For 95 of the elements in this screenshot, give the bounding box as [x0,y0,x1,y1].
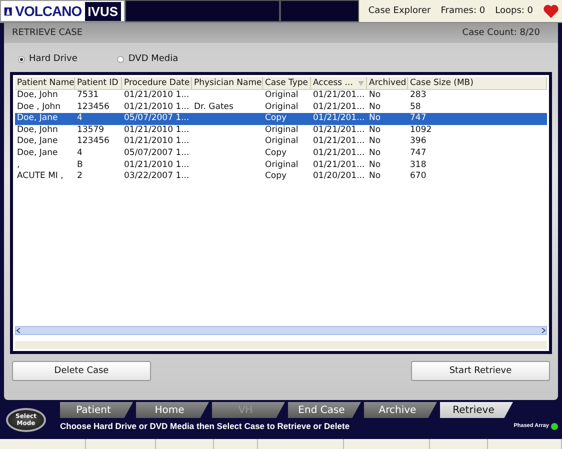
table-cell-text: No [368,90,382,102]
scroll-right-icon [541,328,546,333]
table-cell-text: Original [264,160,300,172]
table-cell-text: Doe, Jane [16,148,59,160]
table-cell-text: Doe , John [16,102,62,114]
table-cell-text: ACUTE MI , [16,171,64,183]
table-cell-text: No [368,124,382,136]
table-cell-text: 747 [409,113,428,125]
column-header[interactable]: Access ... [311,77,367,89]
table-cell-text: Dr. Gates [193,102,234,114]
brand-name: VOLCANO [15,3,82,19]
table-cell-text: 747 [409,148,428,160]
table-cell-text: Doe, Jane [16,113,59,125]
table-cell-text: 123456 [76,102,110,114]
product-name: IVUS [84,2,121,20]
delete-case-button[interactable]: Delete Case [12,361,151,381]
table-cell-text: 4 [76,113,84,125]
table-cell-text: 396 [409,136,428,148]
table-cell-text: 01/21/201... [312,102,366,114]
table-cell-text: 01/21/2010 1... [123,90,190,102]
instruction-text: Choose Hard Drive or DVD Media then Select Case to Retrieve or Delete [60,421,350,431]
start-retrieve-button[interactable]: Start Retrieve [411,361,550,381]
table-cell-text: Original [264,124,300,136]
column-header[interactable]: Case Type [263,77,311,89]
table-cell-text: No [368,148,382,160]
table-cell-text: 01/21/2010 1... [123,136,190,148]
table-cell-text: Doe, John [16,90,59,102]
table-cell-text: 01/21/201... [312,160,366,172]
column-header[interactable]: Physician Name [192,77,263,89]
table-cell-text: Original [264,102,300,114]
nav-tab[interactable]: Home [136,402,209,418]
table-cell-text: 1092 [409,124,433,136]
table-cell-text: 01/21/2010 1... [123,124,190,136]
table-cell-text: No [368,171,382,183]
table-cell-text: 670 [409,171,428,183]
table-row[interactable]: ACUTE MI , 2 03/22/2007 1... Copy 01/20/201... No 670 [15,171,547,183]
table-row[interactable]: Doe , John 123456 01/21/2010 1... Dr. Gates Original 01/21/201... No 58 [15,102,547,114]
table-cell-text: 03/22/2007 1... [123,171,190,183]
table-row[interactable]: Doe, John 13579 01/21/2010 1... Original 01/21/201... No 1092 [15,124,547,136]
table-cell-text: 318 [409,160,428,172]
table-row[interactable]: Doe, John 7531 01/21/2010 1... Original 01/21/201... No 283 [15,90,547,102]
table-cell-text: B [76,160,84,172]
table-cell-text: Original [264,90,300,102]
table-cell-text: 123456 [76,136,110,148]
table-cell-text: 05/07/2007 1... [123,113,190,125]
table-cell-text: 01/21/201... [312,113,366,125]
table-cell-text: 13579 [76,124,106,136]
table-cell-text: 4 [76,148,84,160]
source-radio[interactable]: Hard Drive [18,54,78,64]
column-header[interactable]: Archived [367,77,408,89]
table-cell-text: 7531 [76,90,100,102]
nav-tab[interactable]: End Case [288,402,361,418]
panel-title: RETRIEVE CASE [12,28,83,38]
column-header[interactable]: Procedure Date [122,77,192,89]
sort-icon [358,80,364,86]
table-cell-text: 01/21/201... [312,148,366,160]
horizontal-scrollbar[interactable] [15,326,547,335]
nav-tab[interactable]: Archive [364,402,437,418]
column-header[interactable]: Patient ID [75,77,122,89]
scroll-left-icon [16,328,21,333]
table-row[interactable]: , B 01/21/2010 1... Original 01/21/201... No 318 [15,160,547,172]
heart-icon [543,4,559,18]
table-row[interactable]: Doe, Jane 123456 01/21/2010 1... Original 01/21/201... No 396 [15,136,547,148]
table-cell-text: No [368,136,382,148]
table-cell-text: Copy [264,171,288,183]
table-cell-text: , [16,160,21,172]
table-cell-text: Doe, John [16,124,59,136]
table-cell-text: Copy [264,148,288,160]
source-radio[interactable]: DVD Media [117,54,178,64]
loops-count: Loops: 0 [495,6,533,16]
table-cell-text: 01/21/2010 1... [123,102,190,114]
table-row[interactable]: Doe, Jane 4 05/07/2007 1... Copy 01/21/201... No 747 [15,148,547,160]
nav-tab[interactable]: Patient [60,402,133,418]
table-cell-text: No [368,113,382,125]
column-header[interactable]: Case Size (MB) [408,77,547,89]
mode-label: Case Explorer [368,6,431,16]
table-cell-text: 01/20/201... [312,171,366,183]
table-cell-text: Doe, Jane [16,136,59,148]
table-cell-text: No [368,160,382,172]
table-cell-text: 01/21/201... [312,90,366,102]
table-row[interactable]: Doe, Jane 4 05/07/2007 1... Copy 01/21/201... No 747 [15,113,547,125]
table-cell-text: 01/21/2010 1... [123,160,190,172]
table-cell-text: 2 [76,171,84,183]
nav-tab[interactable]: Retrieve [440,402,513,418]
table-cell-text: 05/07/2007 1... [123,148,190,160]
table-cell-text: Original [264,136,300,148]
table-cell-text: No [368,102,382,114]
table-cell-text: 01/21/201... [312,136,366,148]
table-cell-text: 58 [409,102,422,114]
table-cell-text: Copy [264,113,288,125]
table-cell-text: 01/21/201... [312,124,366,136]
table-cell-text: 283 [409,90,428,102]
frames-count: Frames: 0 [440,6,486,16]
column-header[interactable]: Patient Name [15,77,75,89]
case-count: Case Count: 8/20 [462,28,540,38]
